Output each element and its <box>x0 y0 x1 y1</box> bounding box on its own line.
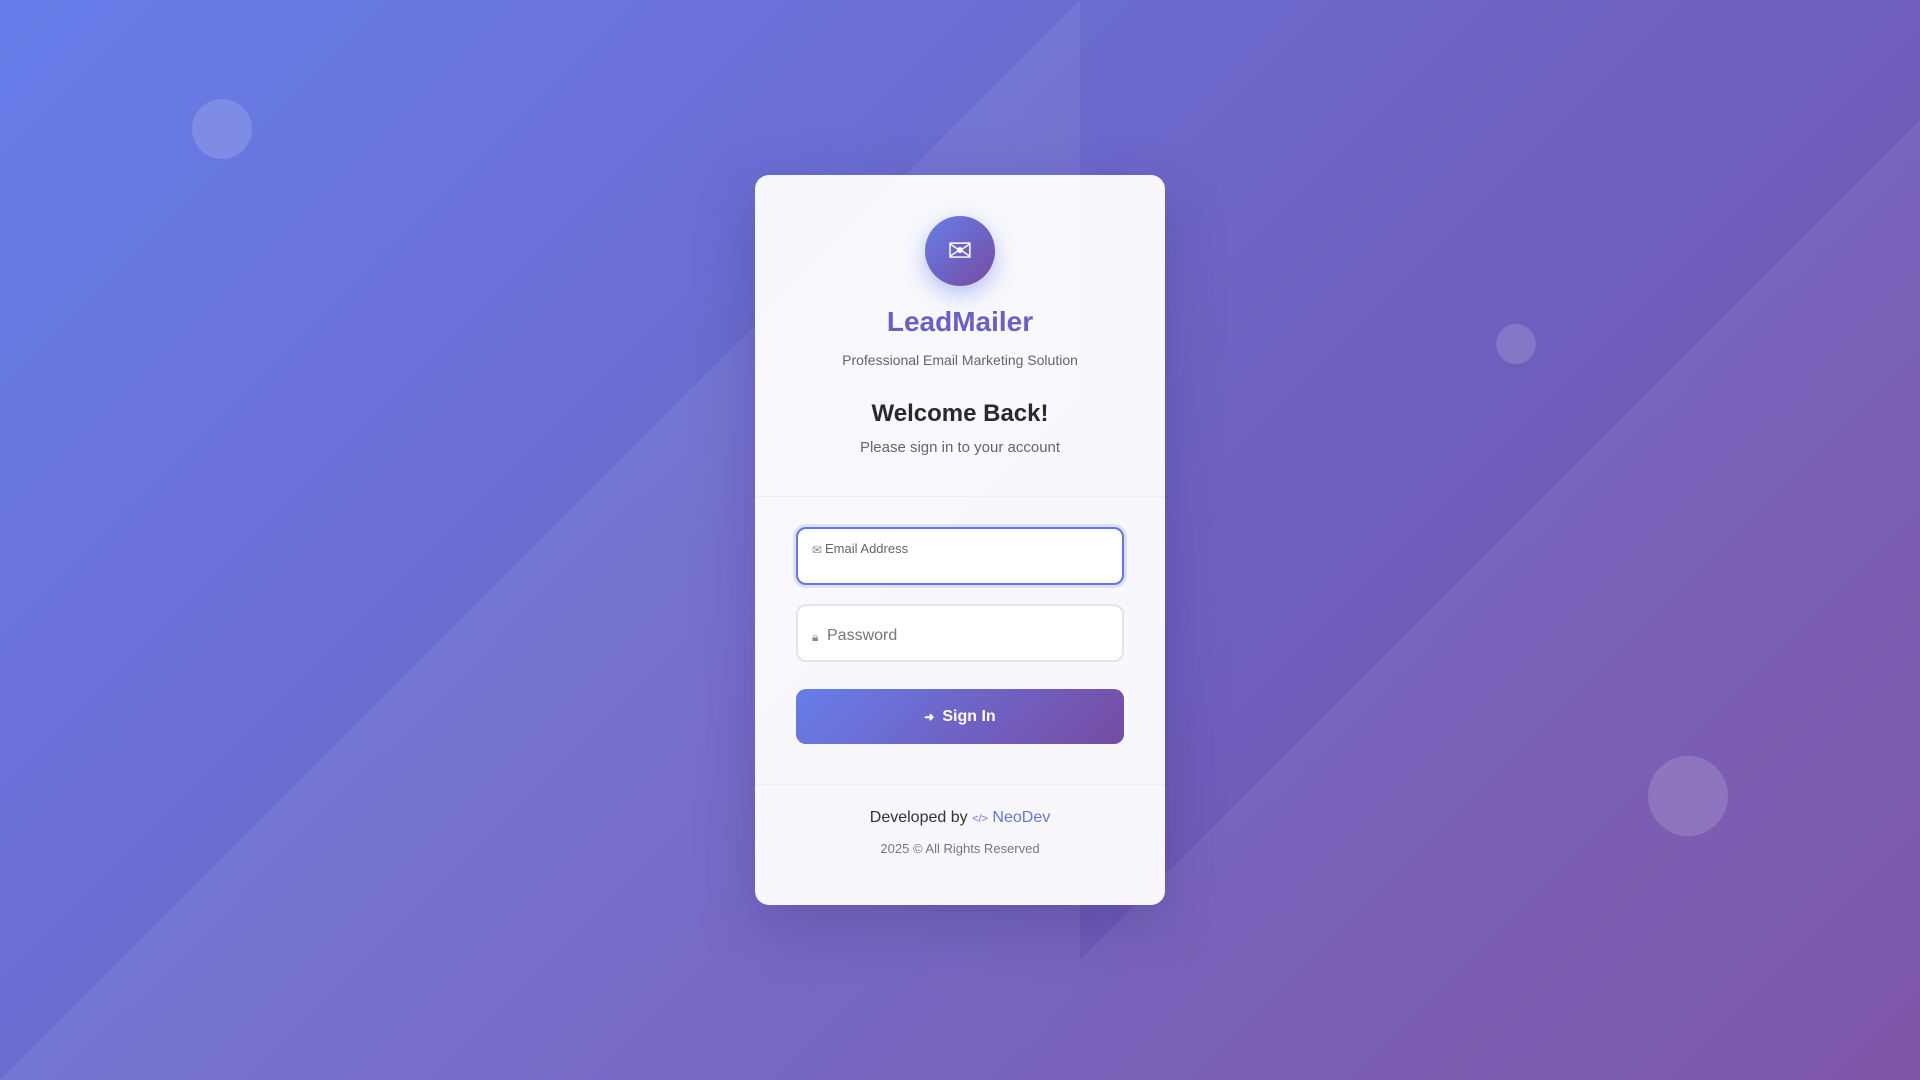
app-name: LeadMailer <box>886 306 1034 337</box>
login-card: ✉ LeadMailer Professional Email Marketin… <box>755 175 1165 905</box>
sign-in-icon: ➜ <box>924 709 935 724</box>
developer-link[interactable]: </> NeoDev <box>972 809 1050 826</box>
developed-by-text: Developed by <box>869 809 968 826</box>
decorative-bubble <box>1648 756 1728 836</box>
email-label: Email Address <box>825 541 909 556</box>
background-diagonal-right <box>1080 0 1920 1080</box>
card-header: ✉ LeadMailer Professional Email Marketin… <box>755 175 1165 497</box>
sign-in-button[interactable]: ➜ Sign In <box>796 689 1124 744</box>
decorative-bubble <box>192 99 252 159</box>
lock-icon: 🔒︎ <box>812 630 819 644</box>
sign-in-label: Sign In <box>942 707 996 725</box>
mail-icon: ✉ <box>925 216 995 286</box>
app-tagline: Professional Email Marketing Solution <box>842 352 1078 368</box>
login-form: ✉ Email Address 🔒︎ Password ➜ Sign In <box>755 497 1165 785</box>
envelope-icon: ✉ <box>812 543 823 557</box>
password-field[interactable]: 🔒︎ Password <box>796 604 1124 662</box>
developer-name: NeoDev <box>992 809 1051 826</box>
decorative-bubble <box>1496 324 1536 364</box>
welcome-subheading: Please sign in to your account <box>859 439 1061 456</box>
email-field[interactable]: ✉ Email Address <box>796 527 1124 585</box>
code-icon: </> <box>972 813 988 825</box>
developer-credit: Developed by </> NeoDev <box>755 809 1165 827</box>
copyright-text: 2025 © All Rights Reserved <box>880 841 1040 856</box>
password-label: Password <box>827 627 898 644</box>
welcome-heading: Welcome Back! <box>871 400 1049 427</box>
